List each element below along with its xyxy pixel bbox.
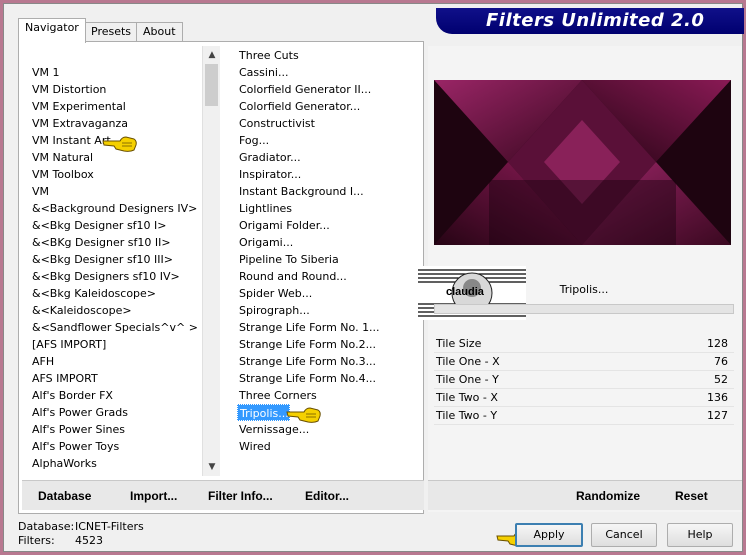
category-item[interactable]: VM 1 xyxy=(30,64,60,81)
reset-button[interactable]: Reset xyxy=(675,489,708,505)
parameter-label: Tile Two - Y xyxy=(436,409,498,422)
filter-item[interactable]: Strange Life Form No.3... xyxy=(237,353,376,370)
pointing-hand-icon xyxy=(286,407,321,423)
category-item[interactable]: Alf's Power Grads xyxy=(30,404,128,421)
status-database-value: ICNET-Filters xyxy=(75,520,144,533)
status-database-label: Database: xyxy=(18,520,75,533)
filter-item[interactable]: Strange Life Form No.4... xyxy=(237,370,376,387)
status-filters-value: 4523 xyxy=(75,534,103,547)
category-item[interactable]: &<Bkg Kaleidoscope> xyxy=(30,285,156,302)
filter-item[interactable]: Gradiator... xyxy=(237,149,301,166)
category-item[interactable]: &<Kaleidoscope> xyxy=(30,302,132,319)
parameter-label: Tile One - X xyxy=(436,355,500,368)
filter-item[interactable]: Constructivist xyxy=(237,115,315,132)
scroll-up-icon[interactable]: ▲ xyxy=(203,46,221,64)
category-item[interactable]: [AFS IMPORT] xyxy=(30,336,106,353)
tab-presets[interactable]: Presets xyxy=(84,22,139,42)
filter-item[interactable]: Strange Life Form No. 1... xyxy=(237,319,380,336)
category-item[interactable]: &<BKg Designer sf10 II> xyxy=(30,234,171,251)
category-item[interactable]: VM Toolbox xyxy=(30,166,94,183)
status-filters-label: Filters: xyxy=(18,534,55,547)
category-item[interactable]: VM Experimental xyxy=(30,98,126,115)
parameter-value[interactable]: 52 xyxy=(714,373,728,386)
filter-item[interactable]: Three Cuts xyxy=(237,47,299,64)
apply-button[interactable]: Apply xyxy=(515,523,583,547)
category-list[interactable]: VM 1 VM Distortion VM Experimental VM Extra… xyxy=(24,46,220,476)
category-item[interactable]: VM Instant Art xyxy=(30,132,111,149)
status-database: Database: ICNET-Filters xyxy=(18,520,144,533)
filter-item[interactable]: Fog... xyxy=(237,132,269,149)
category-item[interactable]: &<Sandflower Specials^v^ > xyxy=(30,319,198,336)
filter-name-divider xyxy=(434,304,734,314)
status-filters: Filters: 4523 xyxy=(18,534,103,547)
filter-item[interactable]: Pipeline To Siberia xyxy=(237,251,339,268)
selected-filter-name: Tripolis... xyxy=(559,283,609,296)
filter-list[interactable]: Three Cuts Cassini... Colorfield Generator… xyxy=(234,46,414,476)
filter-item[interactable]: Inspirator... xyxy=(237,166,301,183)
category-item[interactable]: Alf's Power Toys xyxy=(30,438,119,455)
parameter-row[interactable]: Tile Size 128 xyxy=(434,335,734,353)
filter-item[interactable]: Spirograph... xyxy=(237,302,310,319)
filter-item[interactable]: Origami... xyxy=(237,234,293,251)
settings-button-bar: Randomize Reset xyxy=(428,480,742,510)
cancel-button[interactable]: Cancel xyxy=(591,523,657,547)
category-item[interactable]: AlphaWorks xyxy=(30,455,97,472)
category-item[interactable]: AFH xyxy=(30,353,54,370)
editor-button[interactable]: Editor... xyxy=(305,489,349,505)
filter-item-selected[interactable]: Tripolis... xyxy=(237,404,290,421)
parameter-value[interactable]: 136 xyxy=(707,391,728,404)
category-item[interactable]: &<Bkg Designer sf10 I> xyxy=(30,217,167,234)
category-item[interactable]: &<Background Designers IV> xyxy=(30,200,197,217)
filter-item[interactable]: Colorfield Generator... xyxy=(237,98,360,115)
app-title: Filters Unlimited 2.0 xyxy=(436,8,744,34)
filter-settings-pane: claudia Tripolis... Tile Size 128 Tile One… xyxy=(418,46,742,512)
tab-navigator[interactable]: Navigator xyxy=(18,18,86,43)
randomize-button[interactable]: Randomize xyxy=(576,489,640,505)
help-button[interactable]: Help xyxy=(667,523,733,547)
filter-item[interactable]: Spider Web... xyxy=(237,285,312,302)
filter-item[interactable]: Colorfield Generator II... xyxy=(237,81,371,98)
import-button[interactable]: Import... xyxy=(130,489,177,505)
tab-about[interactable]: About xyxy=(136,22,183,42)
parameter-value[interactable]: 128 xyxy=(707,337,728,350)
category-item[interactable]: VM Natural xyxy=(30,149,93,166)
category-item[interactable]: Alf's Power Sines xyxy=(30,421,125,438)
filter-item[interactable]: Instant Background I... xyxy=(237,183,364,200)
parameter-value[interactable]: 76 xyxy=(714,355,728,368)
preview-image xyxy=(434,80,731,245)
filter-item[interactable]: Cassini... xyxy=(237,64,288,81)
category-item[interactable]: Alf's Border FX xyxy=(30,387,113,404)
scroll-down-icon[interactable]: ▼ xyxy=(203,458,221,476)
parameter-row[interactable]: Tile One - Y 52 xyxy=(434,371,734,389)
category-item[interactable]: VM xyxy=(30,183,49,200)
parameter-label: Tile Size xyxy=(436,337,482,350)
filter-item[interactable]: Round and Round... xyxy=(237,268,347,285)
parameter-value[interactable]: 127 xyxy=(707,409,728,422)
parameter-row[interactable]: Tile One - X 76 xyxy=(434,353,734,371)
filter-info-button[interactable]: Filter Info... xyxy=(208,489,273,505)
category-item[interactable]: &<Bkg Designers sf10 IV> xyxy=(30,268,180,285)
parameter-row[interactable]: Tile Two - Y 127 xyxy=(434,407,734,425)
filter-item[interactable]: Wired xyxy=(237,438,271,455)
navigator-button-bar: Database Import... Filter Info... Editor… xyxy=(22,480,424,510)
scroll-thumb[interactable] xyxy=(205,64,218,106)
pointing-hand-icon xyxy=(102,136,137,152)
filter-item[interactable]: Three Corners xyxy=(237,387,317,404)
category-scrollbar[interactable]: ▲ ▼ xyxy=(202,46,220,476)
category-item[interactable]: VM Distortion xyxy=(30,81,106,98)
filter-item[interactable]: Lightlines xyxy=(237,200,292,217)
category-item[interactable]: VM Extravaganza xyxy=(30,115,128,132)
filter-item[interactable]: Strange Life Form No.2... xyxy=(237,336,376,353)
category-item[interactable]: &<Bkg Designer sf10 III> xyxy=(30,251,173,268)
parameter-row[interactable]: Tile Two - X 136 xyxy=(434,389,734,407)
database-button[interactable]: Database xyxy=(38,489,91,505)
category-item[interactable]: AFS IMPORT xyxy=(30,370,98,387)
parameter-label: Tile Two - X xyxy=(436,391,498,404)
parameter-label: Tile One - Y xyxy=(436,373,499,386)
filter-item[interactable]: Origami Folder... xyxy=(237,217,330,234)
filters-unlimited-window: Filters Unlimited 2.0 Navigator Presets … xyxy=(3,3,744,552)
